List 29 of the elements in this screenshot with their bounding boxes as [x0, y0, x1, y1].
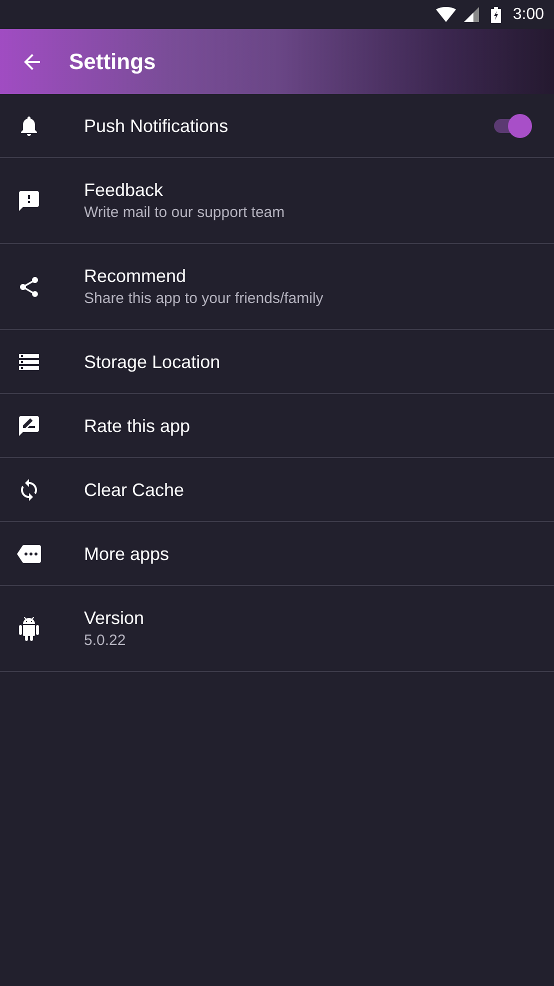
- item-title: Recommend: [84, 264, 188, 288]
- toggle-switch[interactable]: [492, 114, 532, 138]
- item-title: Storage Location: [84, 350, 222, 374]
- wifi-icon: [436, 7, 456, 22]
- item-title: Feedback: [84, 178, 164, 202]
- settings-item[interactable]: Clear Cache: [0, 458, 554, 522]
- feedback-icon: [17, 188, 41, 212]
- item-title: Rate this app: [84, 414, 192, 438]
- item-title: More apps: [84, 542, 170, 566]
- item-subtitle: Write mail to our support team: [84, 202, 286, 222]
- item-title: Version: [84, 606, 146, 630]
- share-icon: [17, 274, 41, 298]
- item-title: Push Notifications: [84, 114, 230, 138]
- settings-item[interactable]: Storage Location: [0, 330, 554, 394]
- status-time: 3:00: [512, 4, 544, 24]
- android-icon: [17, 616, 41, 640]
- settings-item[interactable]: Feedback Write mail to our support team: [0, 158, 554, 244]
- item-title: Clear Cache: [84, 478, 186, 502]
- item-subtitle: Share this app to your friends/family: [84, 288, 324, 308]
- settings-item[interactable]: Version 5.0.22: [0, 586, 554, 672]
- settings-item[interactable]: Rate this app: [0, 394, 554, 458]
- item-subtitle: 5.0.22: [84, 630, 127, 650]
- settings-item[interactable]: More apps: [0, 522, 554, 586]
- app-bar-title: Settings: [69, 48, 156, 76]
- settings-item[interactable]: Recommend Share this app to your friends/family: [0, 244, 554, 330]
- battery-icon: [490, 6, 501, 22]
- signal-icon: [464, 7, 479, 22]
- settings-item[interactable]: Push Notifications: [0, 94, 554, 158]
- rate-review-icon: [17, 414, 41, 438]
